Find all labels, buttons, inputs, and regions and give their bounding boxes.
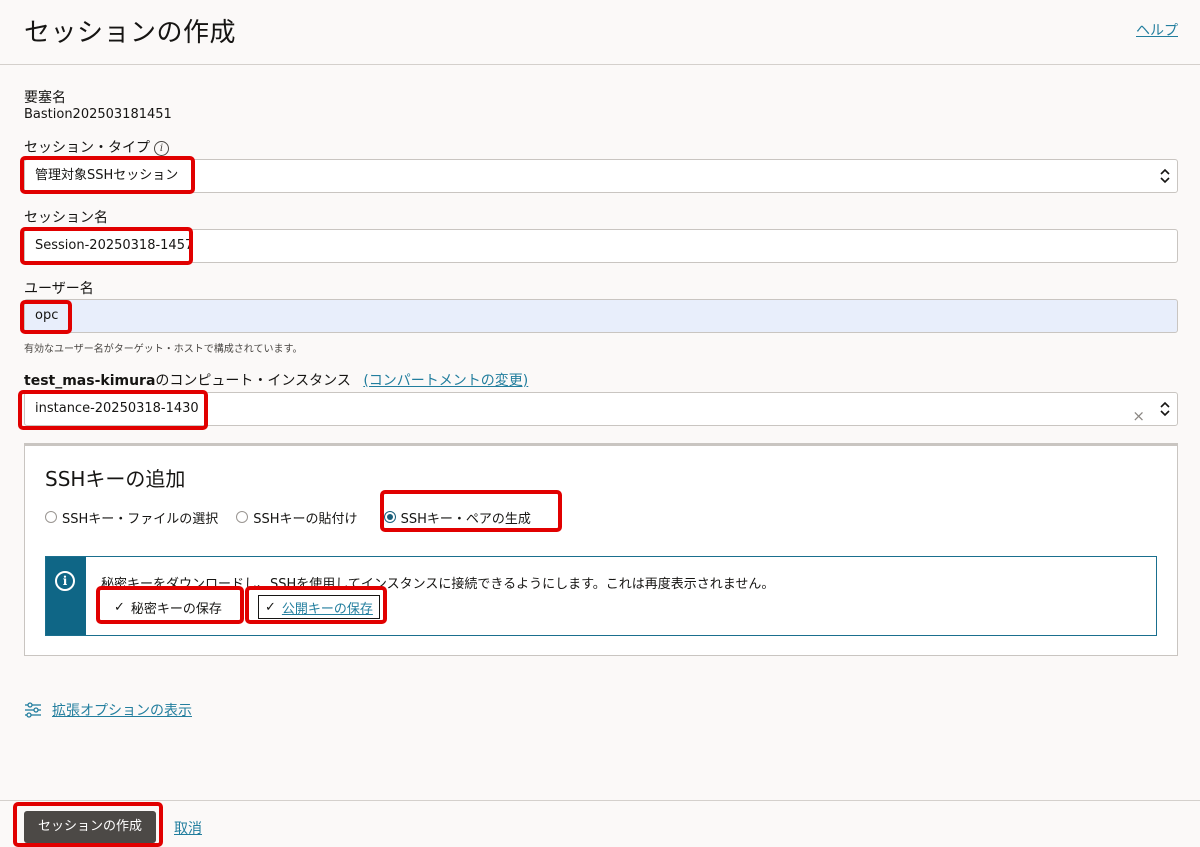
radio-label: SSHキーの貼付け <box>253 511 358 527</box>
ssh-key-radio-group: SSHキー・ファイルの選択 SSHキーの貼付け SSHキー・ペアの生成 <box>45 506 549 528</box>
radio-button-icon <box>45 511 57 523</box>
create-session-button[interactable]: セッションの作成 <box>24 811 156 843</box>
create-session-page: セッションの作成 ヘルプ 要塞名 Bastion202503181451 セッシ… <box>0 0 1200 847</box>
save-public-key-label: 公開キーの保存 <box>281 601 373 617</box>
bastion-name-value: Bastion202503181451 <box>24 107 172 122</box>
save-public-key-button[interactable]: ✓ 公開キーの保存 <box>258 595 380 619</box>
username-hint: 有効なユーザー名がターゲット・ホストで構成されています。 <box>24 344 303 355</box>
username-label: ユーザー名 <box>24 281 94 297</box>
session-name-label: セッション名 <box>24 210 108 226</box>
info-icon: i <box>55 571 75 591</box>
save-private-key-button[interactable]: ✓ 秘密キーの保存 <box>108 595 228 619</box>
radio-ssh-file[interactable]: SSHキー・ファイルの選択 <box>45 508 218 527</box>
info-bar: i <box>46 557 86 635</box>
select-chevron-icon <box>1160 168 1170 184</box>
username-value: opc <box>35 308 59 323</box>
radio-button-checked-icon <box>383 511 396 523</box>
radio-label: SSHキー・ファイルの選択 <box>62 511 219 527</box>
instance-select[interactable]: instance-20250318-1430 × <box>24 392 1178 426</box>
session-type-label: セッション・タイプ i <box>24 137 169 157</box>
session-type-select[interactable]: 管理対象SSHセッション <box>24 159 1178 193</box>
ssh-info-box: i 秘密キーをダウンロードし、SSHを使用してインスタンスに接続できるようにしま… <box>45 556 1157 636</box>
page-title: セッションの作成 <box>24 18 237 48</box>
info-icon[interactable]: i <box>154 140 169 156</box>
radio-ssh-paste[interactable]: SSHキーの貼付け <box>236 508 358 527</box>
radio-button-icon <box>236 511 249 523</box>
clear-icon[interactable]: × <box>1132 400 1145 432</box>
instance-value: instance-20250318-1430 <box>35 401 199 416</box>
sliders-icon <box>25 702 41 718</box>
instance-label-text: のコンピュート・インスタンス <box>155 373 351 389</box>
page-header: セッションの作成 ヘルプ <box>0 0 1200 65</box>
cancel-link[interactable]: 取消 <box>174 818 202 838</box>
instance-label: test_mas-kimuraのコンピュート・インスタンス (コンパートメントの… <box>24 370 528 390</box>
check-icon: ✓ <box>265 599 276 615</box>
compartment-name: test_mas-kimura <box>24 373 156 389</box>
session-name-input[interactable]: Session-20250318-1457 <box>24 229 1178 263</box>
ssh-key-panel: SSHキーの追加 SSHキー・ファイルの選択 SSHキーの貼付け SSHキー・ペ… <box>24 443 1178 656</box>
radio-ssh-generate[interactable]: SSHキー・ペアの生成 <box>383 508 531 527</box>
session-name-value: Session-20250318-1457 <box>35 238 194 253</box>
check-icon: ✓ <box>114 599 125 615</box>
ssh-panel-title: SSHキーの追加 <box>45 467 186 491</box>
save-private-key-label: 秘密キーの保存 <box>130 601 222 617</box>
advanced-options-label: 拡張オプションの表示 <box>52 703 192 719</box>
session-type-label-text: セッション・タイプ <box>24 140 150 156</box>
bastion-name-label: 要塞名 <box>24 90 66 106</box>
session-type-value: 管理対象SSHセッション <box>35 168 179 183</box>
username-input[interactable]: opc <box>24 299 1178 333</box>
info-message: 秘密キーをダウンロードし、SSHを使用してインスタンスに接続できるようにします。… <box>101 577 775 592</box>
change-compartment-link[interactable]: (コンパートメントの変更) <box>363 373 528 389</box>
radio-label: SSHキー・ペアの生成 <box>400 511 531 527</box>
select-chevron-icon <box>1160 401 1170 417</box>
show-advanced-options[interactable]: 拡張オプションの表示 <box>24 700 192 720</box>
help-link[interactable]: ヘルプ <box>1136 20 1178 40</box>
